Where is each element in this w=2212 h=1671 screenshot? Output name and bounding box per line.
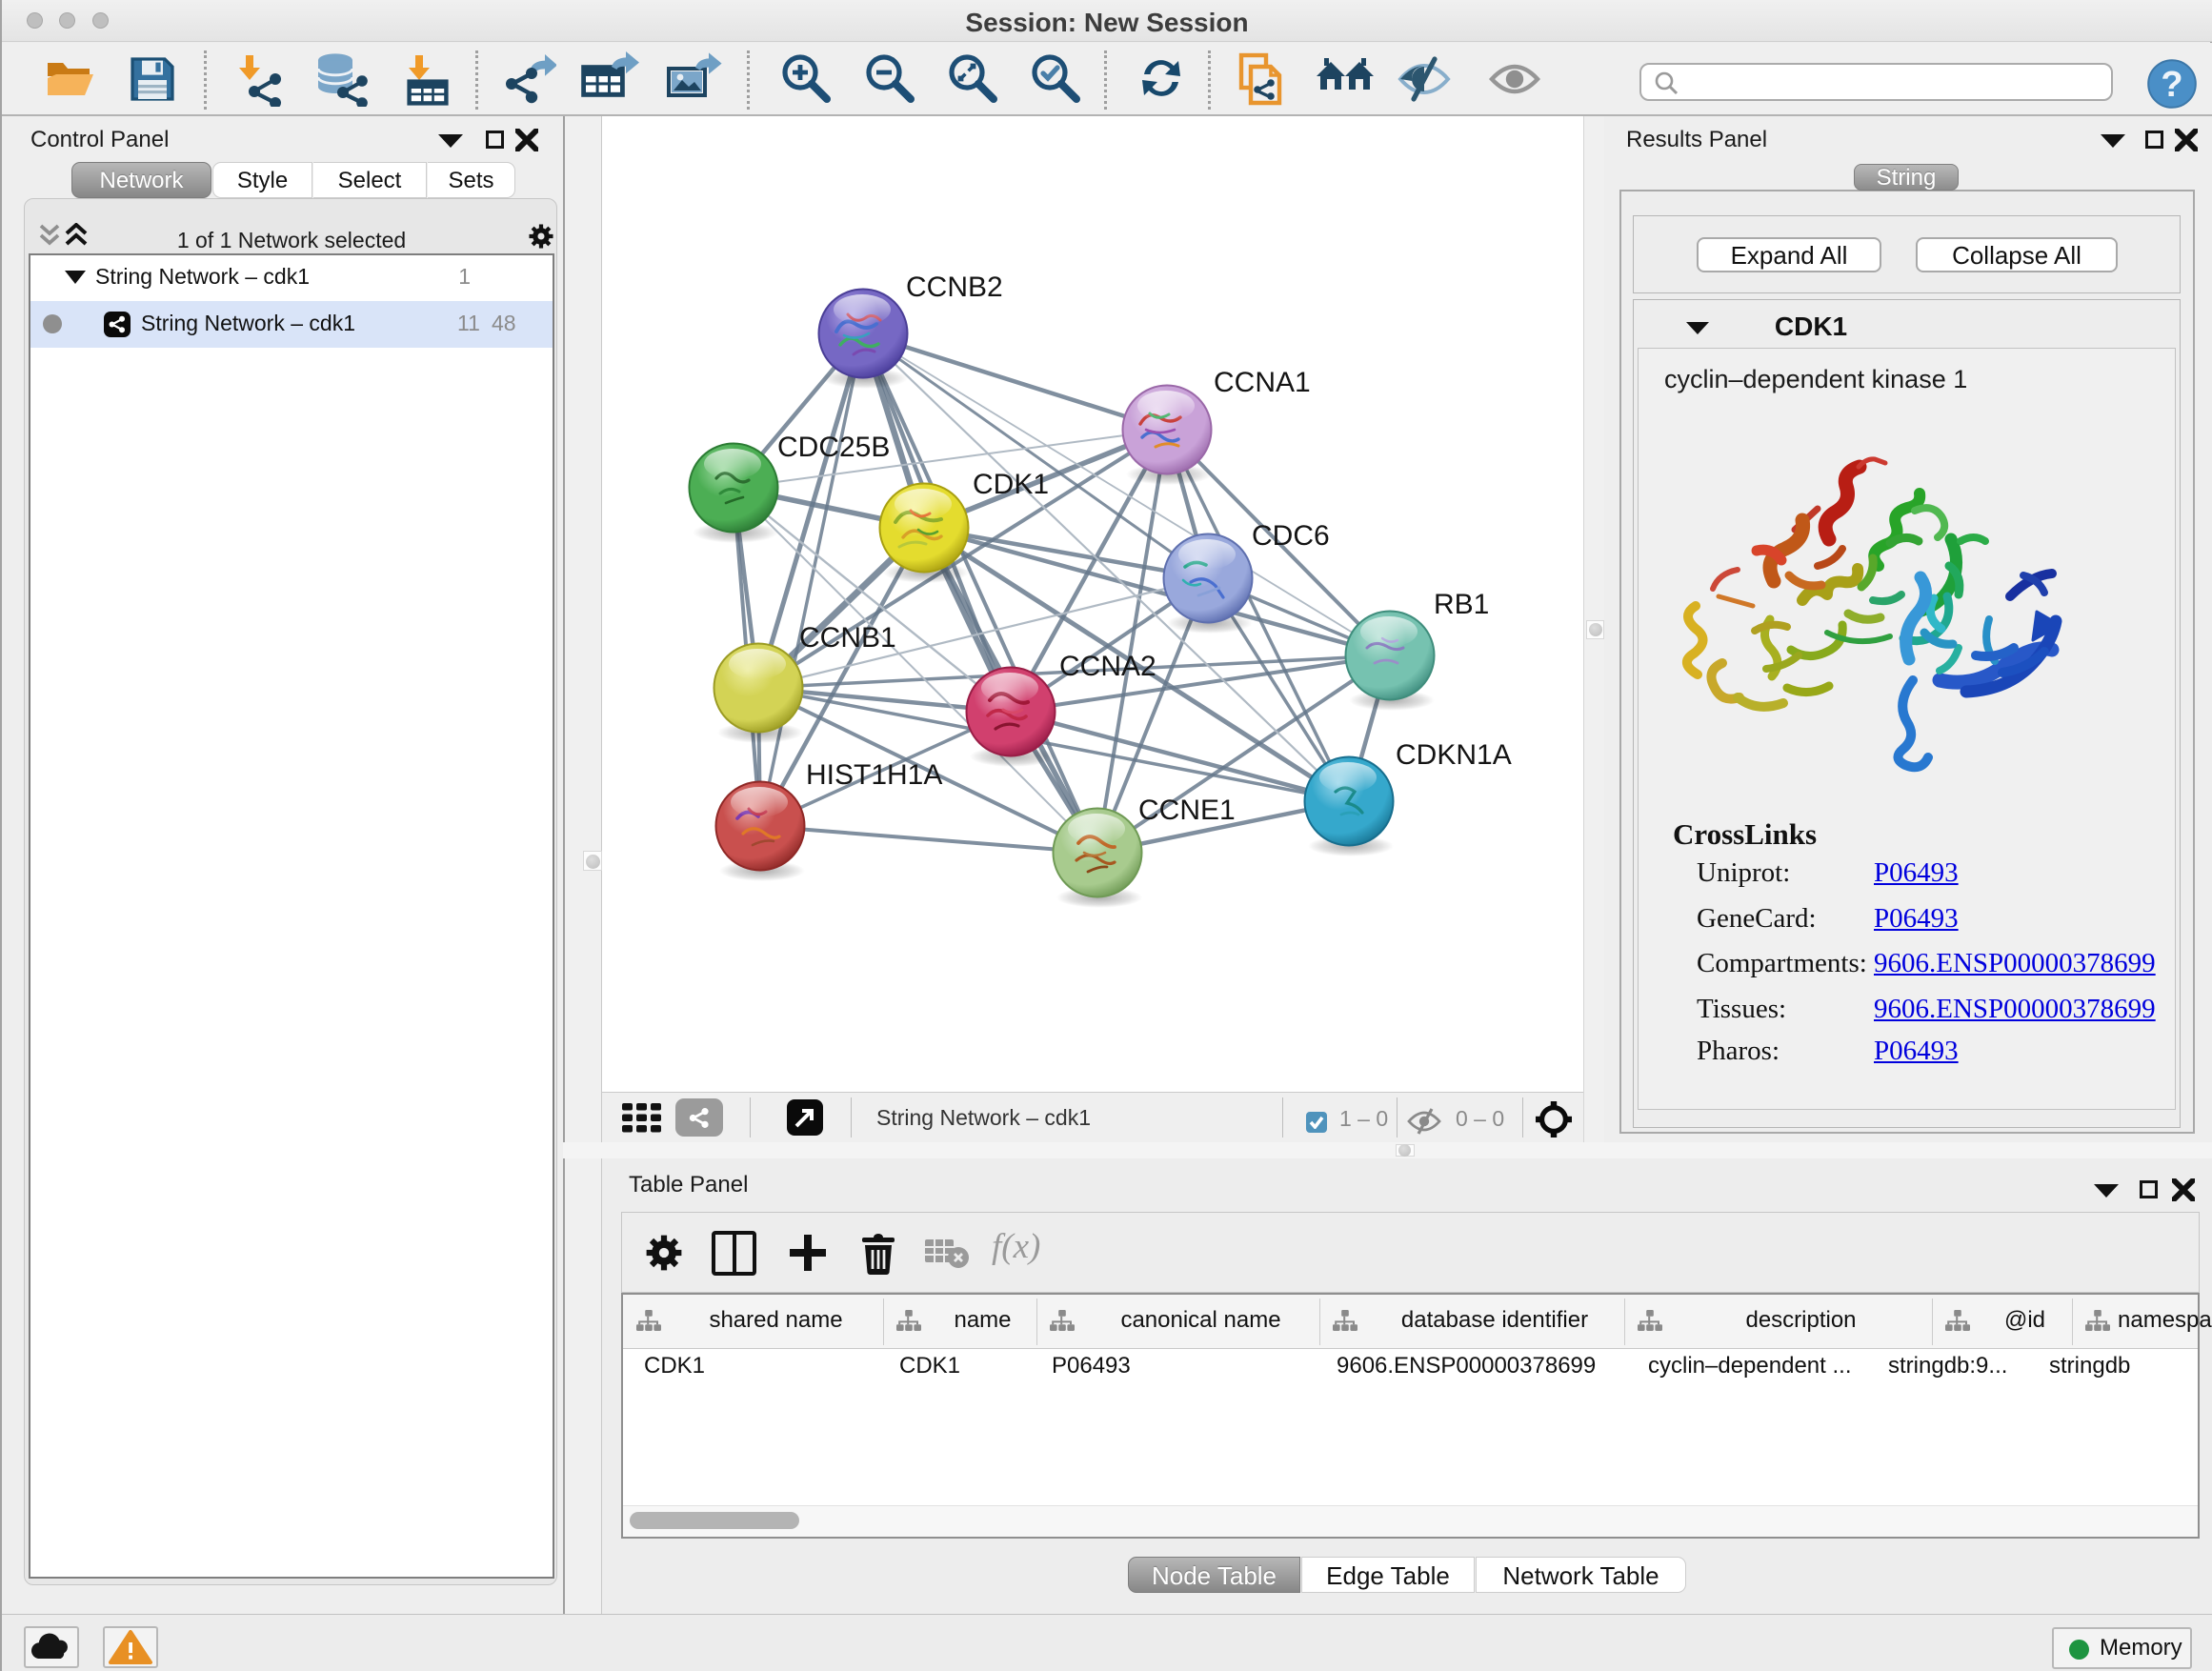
svg-text:CDK1: CDK1 (973, 469, 1049, 500)
svg-text:RB1: RB1 (1434, 589, 1489, 620)
svg-text:CCNB1: CCNB1 (799, 622, 896, 654)
svg-text:CCNE1: CCNE1 (1138, 795, 1236, 826)
svg-text:HIST1H1A: HIST1H1A (806, 759, 942, 791)
svg-text:?: ? (2161, 65, 2182, 105)
svg-text:CDC25B: CDC25B (777, 432, 890, 463)
svg-text:CDC6: CDC6 (1252, 520, 1330, 552)
svg-text:CCNB2: CCNB2 (906, 272, 1003, 303)
svg-text:CDKN1A: CDKN1A (1396, 739, 1512, 771)
svg-text:CCNA1: CCNA1 (1214, 367, 1311, 398)
svg-text:CCNA2: CCNA2 (1059, 651, 1156, 682)
